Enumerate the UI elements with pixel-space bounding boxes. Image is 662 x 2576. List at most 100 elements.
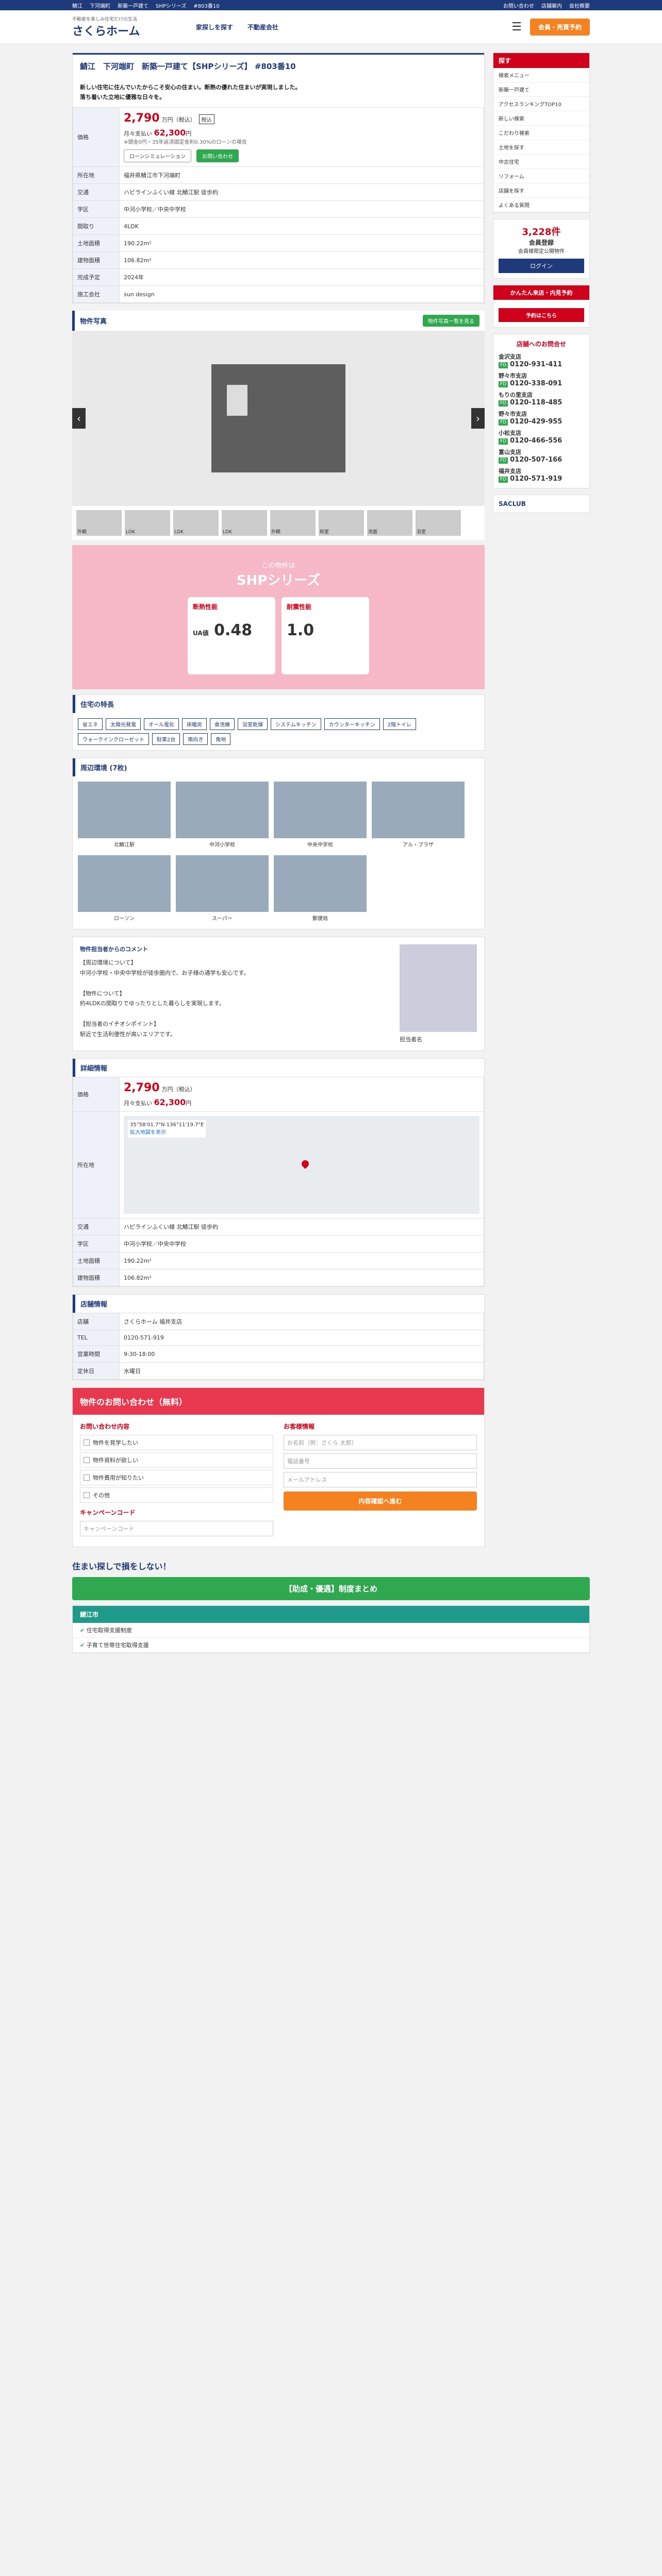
menu-icon[interactable]: ☰ [511, 21, 522, 33]
campaign-input[interactable]: キャンペーンコード [80, 1521, 273, 1537]
global-nav: 家探しを探す 不動産会社 [196, 23, 278, 31]
logo[interactable]: 不動産を楽しみ住宅だけの生活 さくらホーム [72, 15, 175, 39]
env-item[interactable]: スーパー [176, 855, 269, 924]
feature-tag: ウォークインクローゼット [78, 733, 149, 745]
breadcrumb-5[interactable]: #803番10 [193, 4, 219, 9]
side-nav-item[interactable]: 土地を探す [493, 140, 589, 155]
side-nav-item[interactable]: 新築一戸建て [493, 82, 589, 97]
side-nav-item[interactable]: 中古住宅 [493, 155, 589, 169]
top-link-company[interactable]: 会社概要 [569, 4, 590, 9]
bottom-lead: 住まい探しで損をしない！ [72, 1562, 171, 1572]
prev-arrow-icon[interactable]: ‹ [72, 408, 86, 429]
address-label: 所在地 [73, 166, 120, 184]
env-header: 周辺環境 (7枚) [73, 758, 484, 777]
main-photo[interactable]: ‹ › [72, 331, 485, 506]
env-item[interactable]: アル・プラザ [372, 782, 465, 850]
staff-card: 担当者名 [400, 944, 477, 1043]
thumb[interactable]: 浴室 [416, 510, 461, 536]
detail-address-label: 所在地 [73, 1111, 120, 1219]
shop-tel-label: TEL [73, 1330, 120, 1346]
env-item[interactable]: 北鯖江駅 [78, 782, 171, 850]
address-value: 福井県鯖江市下河端町 [119, 166, 484, 184]
store-tel[interactable]: FD 0120-571-919 [499, 475, 584, 483]
banner-sub: この物件は [261, 562, 295, 570]
store-tel[interactable]: FD 0120-429-955 [499, 418, 584, 426]
env-item[interactable]: 中央中学校 [274, 782, 367, 850]
top-link-contact[interactable]: お問い合わせ [503, 4, 534, 9]
nav-search[interactable]: 家探しを探す [196, 23, 233, 31]
shop-tel[interactable]: 0120-571-919 [119, 1330, 484, 1346]
side-nav-item[interactable]: 検索メニュー [493, 68, 589, 82]
map[interactable]: 35°58'01.7"N 136°11'19.7"E 拡大地図を表示 [124, 1116, 479, 1214]
side-nav-item[interactable]: 店舗を探す [493, 183, 589, 198]
freedial-icon: FD [499, 457, 508, 464]
store-tel[interactable]: FD 0120-118-485 [499, 399, 584, 406]
submit-button[interactable]: 内容確認へ進む [284, 1492, 477, 1511]
thumb[interactable]: LDK [222, 510, 267, 536]
header-cta-button[interactable]: 会員・売買予約 [529, 19, 590, 36]
nav-company[interactable]: 不動産会社 [247, 23, 278, 31]
contact-button[interactable]: お問い合わせ [196, 149, 239, 163]
member-box[interactable]: 3,228件 会員登録 会員様限定公開物件 ログイン [493, 219, 590, 279]
breadcrumb-1[interactable]: 鯖江 [72, 4, 82, 9]
detail-price-label: 価格 [73, 1077, 120, 1112]
shp-banner[interactable]: この物件は SHPシリーズ 断熱性能 UA値 0.48 耐震性能 1.0 [72, 545, 485, 690]
feature-tag: 太陽光発電 [106, 718, 141, 731]
thumb[interactable]: 洗面 [367, 510, 412, 536]
feature-tag: 2階トイレ [383, 718, 417, 731]
login-button[interactable]: ログイン [499, 259, 584, 273]
detail-school: 中河小学校／中央中学校 [119, 1235, 484, 1253]
subsidy-button[interactable]: 【助成・優遇】制度まとめ [72, 1577, 590, 1601]
thumb[interactable]: 外観 [76, 510, 122, 536]
next-arrow-icon[interactable]: › [471, 408, 485, 429]
subsidy-row[interactable]: ✔ 子育て世帯住宅取得支援 [73, 1638, 589, 1653]
detail-box: 詳細情報 価格 2,790 万円（税込） 月々支払い 62,300円 所在地 35°5… [72, 1058, 485, 1287]
side-nav-item[interactable]: リフォーム [493, 169, 589, 183]
price-value: 2,790 万円（税込） [124, 112, 196, 125]
thumb[interactable]: LDK [125, 510, 170, 536]
inquiry-checkbox[interactable]: 物件を見学したい [80, 1435, 273, 1451]
phone-input[interactable]: 電話番号 [284, 1453, 477, 1469]
map-link[interactable]: 拡大地図を表示 [130, 1128, 204, 1136]
photo-list-button[interactable]: 物件写真一覧を見る [423, 315, 479, 327]
loan-sim-button[interactable]: ローンシミュレーション [124, 149, 192, 163]
name-input[interactable]: お名前（例：さくら 太郎） [284, 1435, 477, 1451]
env-item[interactable]: ローソン [78, 855, 171, 924]
side-nav-item[interactable]: よくある質問 [493, 198, 589, 212]
store-tel[interactable]: FD 0120-338-091 [499, 380, 584, 387]
pay-note: ※頭金0円・35年返済固定金利0.30%のローンの場合 [124, 140, 247, 146]
inquiry-checkbox[interactable]: 物件費用が知りたい [80, 1470, 273, 1486]
breadcrumb-2[interactable]: 下河端町 [90, 4, 110, 9]
side-nav-item[interactable]: こだわり検索 [493, 126, 589, 140]
breadcrumb-3[interactable]: 新築一戸建て [118, 4, 148, 9]
thumb[interactable]: 和室 [319, 510, 364, 536]
store-tel[interactable]: FD 0120-507-166 [499, 456, 584, 464]
logo-sub: 不動産を楽しみ住宅だけの生活 [72, 17, 138, 22]
store-name: 金沢支店 [499, 353, 521, 360]
feature-tag: 食洗機 [210, 718, 235, 731]
inquiry-checkbox[interactable]: その他 [80, 1487, 273, 1503]
thumb[interactable]: LDK [173, 510, 219, 536]
inquiry-checkbox[interactable]: 物件資料が欲しい [80, 1452, 273, 1468]
seller-value[interactable]: sun design [119, 285, 484, 303]
store-tel[interactable]: FD 0120-466-556 [499, 437, 584, 445]
store-tel[interactable]: FD 0120-931-411 [499, 361, 584, 368]
store-name: 野々市支店 [499, 372, 527, 379]
side-nav-item[interactable]: アクセスランキングTOP10 [493, 97, 589, 111]
subsidy-row[interactable]: ✔ 住宅取得支援制度 [73, 1623, 589, 1638]
env-item[interactable]: 中河小学校 [176, 782, 269, 850]
build-value: 106.82m² [119, 251, 484, 269]
email-input[interactable]: メールアドレス [284, 1472, 477, 1488]
top-link-store[interactable]: 店舗案内 [541, 4, 562, 9]
monthly-payment: 月々支払い 62,300円 [124, 128, 192, 138]
side-nav-item[interactable]: 新しい検索 [493, 111, 589, 126]
feature-tag: 南向き [183, 733, 208, 745]
breadcrumb-4[interactable]: SHPシリーズ [156, 4, 186, 9]
env-item[interactable]: 郵便局 [274, 855, 367, 924]
saclub-banner[interactable]: SACLUB [493, 495, 590, 513]
store-name: もりの里支店 [499, 392, 533, 398]
property-summary: 鯖江 下河端町 新築一戸建て【SHPシリーズ】 #803番10 新しい住宅に住ん… [72, 53, 485, 304]
thumbnail-strip: 外観 LDK LDK LDK 外観 和室 洗面 浴室 [72, 506, 485, 540]
reserve-button[interactable]: 予約はこちら [499, 308, 584, 322]
thumb[interactable]: 外観 [270, 510, 316, 536]
